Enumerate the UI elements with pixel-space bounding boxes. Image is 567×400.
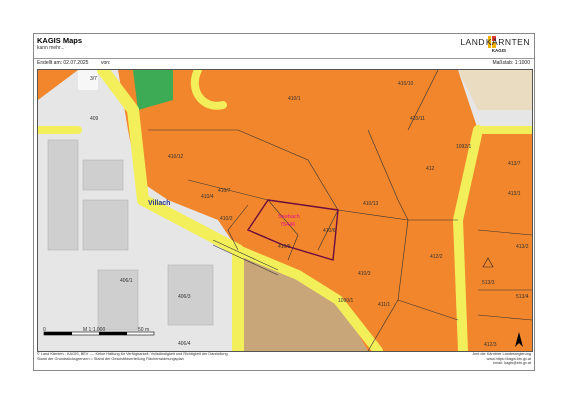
- parcel-label: 513/4: [516, 294, 529, 300]
- scalebar-right: 50 m: [138, 327, 149, 333]
- map-svg[interactable]: Seebach 75446 Villach 3/7 409 410/1 410/…: [38, 70, 532, 351]
- scalebar-middle: M 1:1.000: [83, 327, 105, 333]
- parcel-label: 410/13: [363, 201, 379, 207]
- logo-text-kaernten: KÄRNTEN: [485, 37, 530, 47]
- parcel-label: 410/7: [218, 188, 231, 194]
- logo-sub: KAGIS: [491, 48, 506, 53]
- parcel-label: 1092/1: [456, 144, 472, 150]
- parcel-label: 406/1: [120, 278, 133, 284]
- parcel-label: 410/6: [323, 228, 336, 234]
- highlight-label-2: 75446: [280, 222, 295, 228]
- parcel-label: 409: [90, 116, 99, 122]
- parcel-label: 410/2: [220, 216, 233, 222]
- parcel-label: 406/3: [178, 294, 191, 300]
- footer-left: © Land Kärnten - KAGIS, BEV ---- Keine H…: [37, 352, 531, 361]
- parcel-label: 412/2: [430, 254, 443, 260]
- scale-info: Maßstab: 1:1000: [492, 60, 530, 66]
- footer-right-line-1: Amt der Kärntner Landesregierung: [472, 352, 531, 356]
- parcel-label: 406/4: [178, 341, 191, 347]
- parcel-label: 413/2: [516, 244, 529, 250]
- parcel-label: 410/4: [201, 194, 214, 200]
- parcel-label: 412/3: [484, 342, 497, 348]
- parcel-label: 410/3: [358, 271, 371, 277]
- logo-text-land: LAND: [460, 37, 485, 47]
- parcel-label: 3/7: [90, 76, 97, 82]
- app-title: KAGIS Maps: [37, 36, 83, 45]
- footer-line-2: Stand der Grundstücksgrenzen = Stand der…: [37, 356, 184, 361]
- footer-right-line-3: email: kagis@ktn.gv.at: [493, 361, 531, 366]
- parcel-label: 410/11: [410, 116, 425, 122]
- map-sheet: KAGIS Maps kann mehr... LAND KÄRNTEN KAG…: [33, 33, 535, 371]
- map-canvas[interactable]: Seebach 75446 Villach 3/7 409 410/1 410/…: [37, 69, 533, 352]
- footer-right: Amt der Kärntner Landesregierung www.htt…: [473, 352, 531, 366]
- parcel-label: 413/7: [508, 161, 521, 167]
- place-label-villach: Villach: [148, 200, 170, 207]
- parcel-label: 410/5: [278, 244, 291, 250]
- scalebar-left: 0: [43, 327, 46, 333]
- app-subtitle: kann mehr...: [37, 45, 65, 51]
- created-info: Erstellt am: 02.07.2025 von:: [37, 60, 110, 66]
- highlight-label-1: Seebach: [278, 214, 300, 220]
- parcel-label: 412: [426, 166, 435, 172]
- parcel-label: 1090/1: [338, 298, 354, 304]
- header-divider: [34, 58, 534, 59]
- parcel-label: 411/1: [378, 302, 390, 308]
- parcel-label: 413/1: [508, 191, 521, 197]
- parcel-label: 410/10: [398, 81, 414, 87]
- parcel-label: 410/12: [168, 154, 184, 160]
- created-date: Erstellt am: 02.07.2025: [37, 60, 89, 66]
- parcel-label: 513/3: [482, 280, 495, 286]
- parcel-label: 410/1: [288, 96, 301, 102]
- created-by: von:: [100, 60, 111, 66]
